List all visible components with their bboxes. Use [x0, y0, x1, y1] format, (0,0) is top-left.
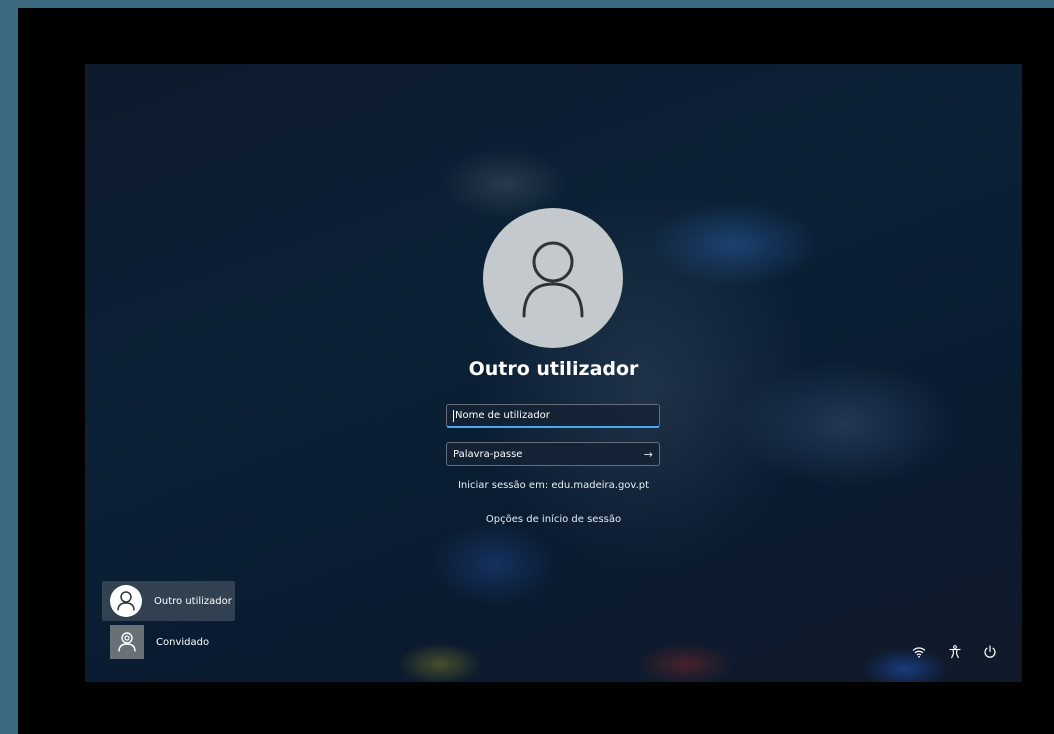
login-screen: Outro utilizador Nome de utilizador Pala…	[85, 64, 1022, 682]
person-icon	[522, 241, 584, 318]
user-name-title: Outro utilizador	[468, 358, 639, 380]
text-cursor	[453, 409, 454, 422]
user-list-item-guest[interactable]: Convidado	[102, 622, 235, 662]
sign-in-options-container: Opções de início de sessão	[85, 514, 1022, 525]
guest-icon	[118, 632, 136, 652]
wifi-icon	[912, 647, 926, 658]
accessibility-button[interactable]	[945, 642, 965, 662]
power-button[interactable]	[980, 642, 1000, 662]
submit-arrow-icon[interactable]: →	[644, 448, 653, 461]
accessibility-icon	[949, 645, 961, 659]
person-icon	[117, 591, 135, 611]
user-list-label: Convidado	[156, 636, 210, 648]
user-avatar	[483, 208, 623, 348]
password-field[interactable]: Palavra-passe →	[446, 442, 660, 466]
sign-in-domain-text: Iniciar sessão em: edu.madeira.gov.pt	[457, 480, 650, 491]
guest-avatar	[110, 625, 144, 659]
user-list-item-other-user[interactable]: Outro utilizador	[102, 581, 235, 621]
sign-in-options-link[interactable]: Opções de início de sessão	[486, 514, 621, 525]
wifi-button[interactable]	[909, 642, 929, 662]
other-user-avatar	[110, 585, 142, 617]
username-placeholder: Nome de utilizador	[455, 410, 550, 421]
power-icon	[984, 645, 996, 658]
username-field[interactable]: Nome de utilizador	[446, 404, 660, 428]
user-list-label: Outro utilizador	[154, 595, 232, 607]
password-placeholder: Palavra-passe	[453, 448, 523, 460]
